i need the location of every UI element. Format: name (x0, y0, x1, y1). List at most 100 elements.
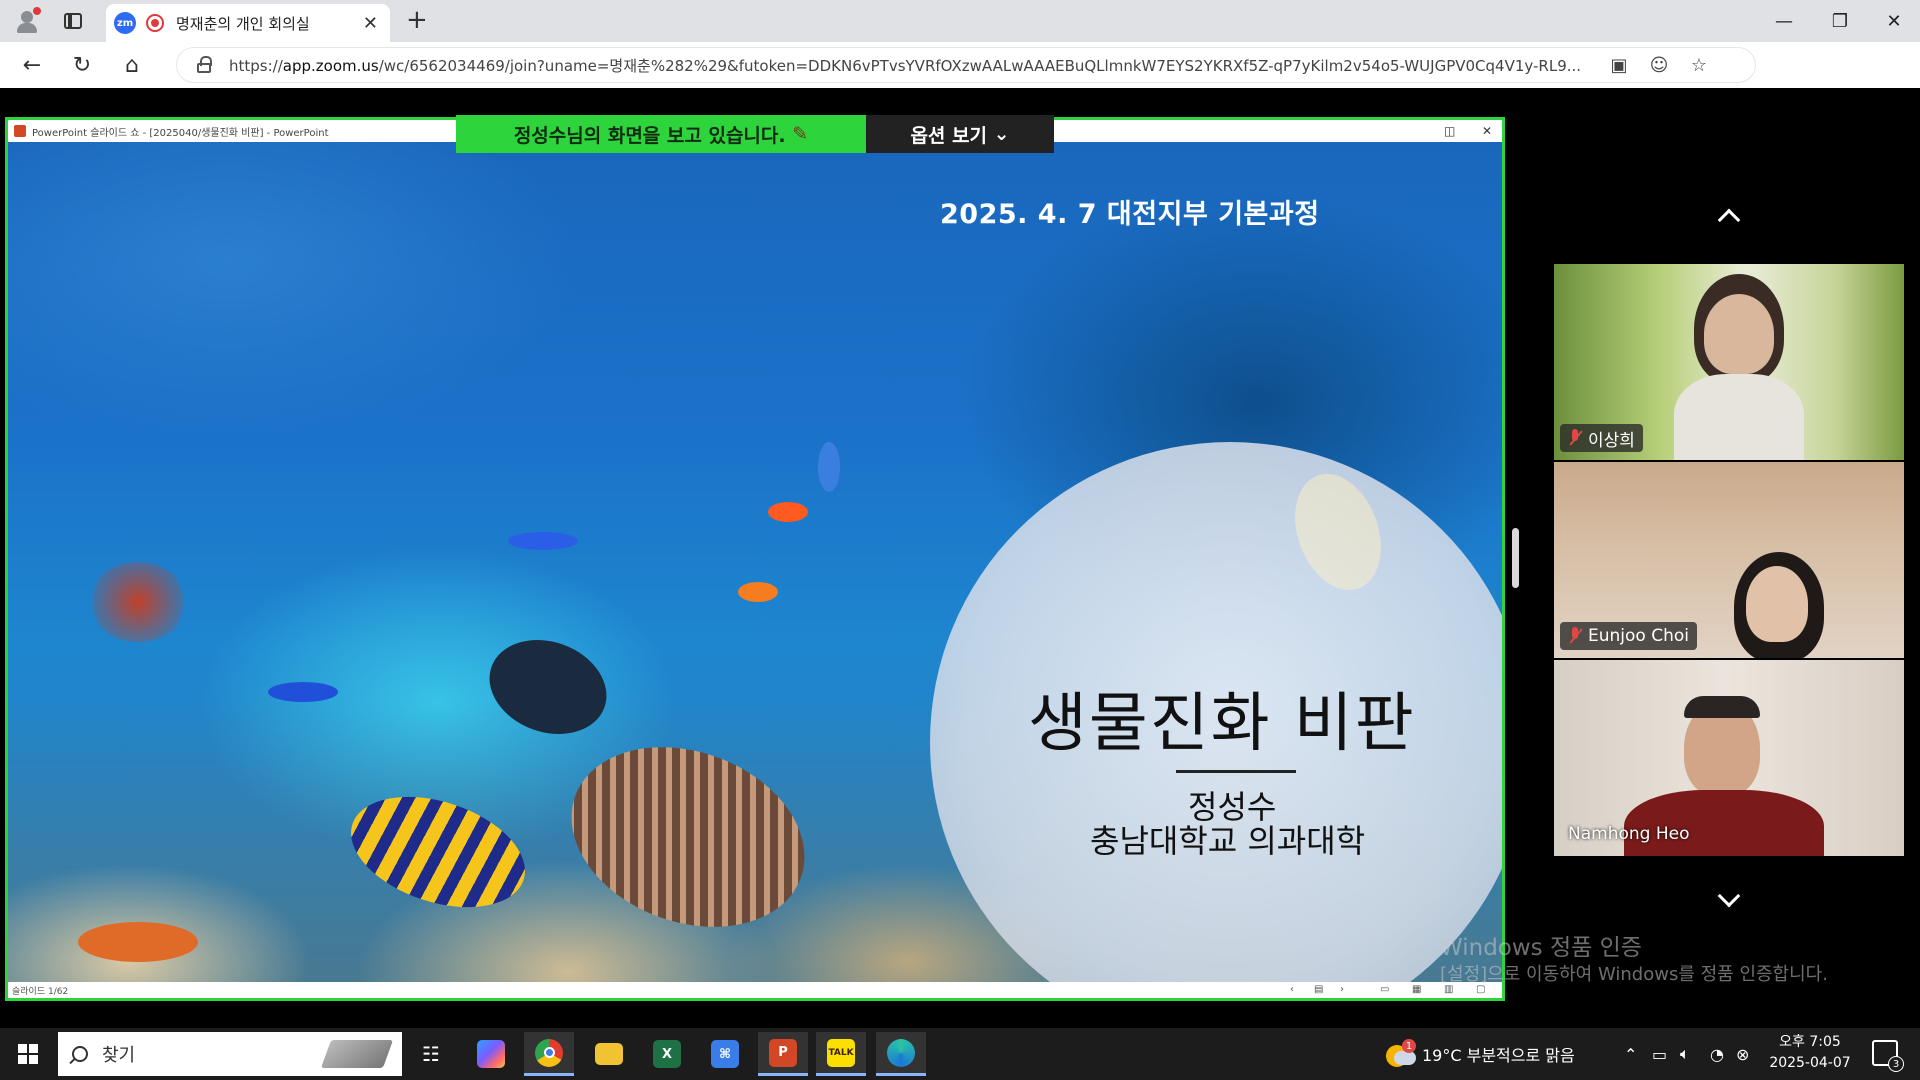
clock-date: 2025-04-07 (1769, 1055, 1851, 1071)
profile-icon[interactable] (14, 7, 41, 34)
participant-hair (1684, 696, 1760, 718)
excel-icon: X (653, 1040, 681, 1068)
clock-time: 오후 7:05 (1779, 1034, 1841, 1050)
remote-app-icon: ⌘ (711, 1040, 739, 1068)
chrome-taskbar-button[interactable] (524, 1032, 574, 1076)
fish-decoration (268, 682, 338, 702)
normal-view-icon: ▭ (1380, 984, 1390, 995)
search-highlight-image (320, 1040, 394, 1068)
muted-mic-icon (1568, 429, 1582, 447)
slide-menu-icon: ▤ (1314, 984, 1324, 995)
next-slide-icon: › (1340, 984, 1344, 995)
participant-face (1704, 294, 1774, 374)
home-icon[interactable]: ⌂ (110, 47, 154, 83)
minimize-icon[interactable]: — (1756, 0, 1812, 42)
kakaotalk-icon: TALK (827, 1038, 855, 1067)
remote-app-taskbar-button[interactable]: ⌘ (700, 1032, 750, 1076)
weather-badge: 1 (1402, 1039, 1416, 1053)
slide-canvas: 2025. 4. 7 대전지부 기본과정 생물진화 비판 정성수 충남대학교 의… (8, 142, 1502, 982)
browser-tab-bar: zm 명재춘의 개인 회의실 ✕ + — ❐ ✕ (0, 0, 1920, 42)
tab-close-icon[interactable]: ✕ (363, 13, 378, 34)
favorite-star-icon[interactable]: ☆ (1679, 55, 1719, 76)
weather-icon: 1 (1386, 1039, 1416, 1067)
prev-slide-icon: ‹ (1290, 984, 1294, 995)
powerpoint-taskbar-icon: P (769, 1038, 797, 1067)
folder-icon (595, 1043, 623, 1065)
site-info-lock-icon[interactable] (197, 56, 212, 73)
activation-watermark-title: Windows 정품 인증 (1440, 935, 1642, 961)
title-divider (1176, 770, 1296, 773)
fish-decoration (508, 532, 578, 550)
slide-title: 생물진화 비판 (1028, 687, 1416, 761)
show-hidden-icons[interactable]: ⌃ (1624, 1028, 1637, 1080)
powerpoint-taskbar-button[interactable]: P (758, 1032, 808, 1076)
new-tab-icon[interactable]: + (406, 6, 428, 34)
volume-icon[interactable]: 🔈︎ (1680, 1028, 1690, 1080)
notification-count: 3 (1888, 1056, 1904, 1072)
view-options-button[interactable]: 옵션 보기 ⌄ (866, 115, 1054, 153)
windows-logo-icon (18, 1044, 38, 1064)
ppt-status-bar: 슬라이드 1/62 ‹ ▤ › ▭ ▦ ▥ ▢ (8, 982, 1502, 998)
participant-name-tag: Namhong Heo (1568, 824, 1690, 844)
participant-tile[interactable]: 이상희 (1554, 264, 1904, 460)
network-icon[interactable]: ◔ (1710, 1028, 1724, 1080)
start-button[interactable] (0, 1028, 56, 1080)
ppt-restore-icon: ◫ (1444, 124, 1456, 138)
gallery-scroll-up-icon[interactable] (1712, 198, 1746, 232)
file-explorer-taskbar-button[interactable] (584, 1032, 634, 1076)
copilot-icon (477, 1040, 505, 1068)
shared-screen: PowerPoint 슬라이드 쇼 - [2025040/생물진화 비판] - … (5, 117, 1505, 1001)
tab-title: 명재춘의 개인 회의실 (176, 14, 310, 33)
url-text[interactable]: https://app.zoom.us/wc/6562034469/join?u… (229, 55, 1599, 76)
panel-resize-handle[interactable] (1512, 528, 1519, 588)
search-placeholder: 찾기 (102, 1045, 136, 1066)
edge-icon (887, 1038, 915, 1067)
participant-tile[interactable]: Eunjoo Choi (1554, 462, 1904, 658)
chrome-icon (535, 1038, 563, 1067)
restore-icon[interactable]: ❐ (1812, 0, 1868, 42)
lionfish-decoration (88, 562, 188, 642)
excel-taskbar-button[interactable]: X (642, 1032, 692, 1076)
participant-tile[interactable]: Namhong Heo (1554, 660, 1904, 856)
battery-icon[interactable]: ▭ (1652, 1028, 1667, 1080)
reload-icon[interactable]: ↻ (60, 47, 104, 83)
task-view-button[interactable]: ☷ (406, 1032, 456, 1076)
edge-taskbar-button[interactable] (876, 1032, 926, 1076)
weather-widget[interactable]: 1 19°C 부분적으로 맑음 (1386, 1028, 1575, 1080)
ppt-close-icon: ✕ (1482, 124, 1493, 138)
site-options-icon[interactable]: ☺ (1639, 55, 1679, 76)
window-close-icon[interactable]: ✕ (1866, 0, 1920, 42)
sorter-view-icon: ▦ (1412, 984, 1422, 995)
weather-text: 19°C 부분적으로 맑음 (1422, 1046, 1575, 1065)
taskbar-search[interactable]: 찾기 (58, 1032, 402, 1076)
fish-decoration (738, 582, 778, 602)
camera-permission-icon[interactable]: ▣ (1599, 55, 1639, 76)
participant-body (1674, 374, 1804, 460)
tray-status-icon[interactable]: ⊗ (1736, 1028, 1749, 1080)
tab-actions-icon[interactable] (64, 13, 82, 29)
fish-decoration (818, 442, 840, 492)
fish-decoration (78, 922, 198, 962)
kakaotalk-taskbar-button[interactable]: TALK (816, 1032, 866, 1076)
windows-taskbar: 찾기 ☷ X ⌘ P TALK 1 19°C 부분적으로 맑음 ⌃ ▭ 🔈︎ ◔… (0, 1028, 1920, 1080)
fish-decoration (768, 502, 808, 522)
address-bar[interactable]: https://app.zoom.us/wc/6562034469/join?u… (176, 47, 1756, 83)
browser-tab[interactable]: zm 명재춘의 개인 회의실 ✕ (106, 4, 390, 42)
viewing-share-label: 정성수님의 화면을 보고 있습니다. ✎ (456, 115, 866, 153)
powerpoint-icon (14, 125, 26, 137)
notifications-icon[interactable]: 3 (1872, 1040, 1904, 1072)
copilot-taskbar-button[interactable] (466, 1032, 516, 1076)
task-view-icon: ☷ (422, 1042, 440, 1066)
muted-mic-icon (1568, 627, 1582, 645)
zoom-favicon-icon: zm (114, 12, 136, 34)
participant-name-tag: 이상희 (1560, 424, 1643, 452)
ppt-window-title: PowerPoint 슬라이드 쇼 - [2025040/생물진화 비판] - … (32, 127, 329, 139)
slide-date-line: 2025. 4. 7 대전지부 기본과정 (940, 199, 1320, 230)
participant-face (1746, 566, 1808, 642)
browser-toolbar: ← ↻ ⌂ https://app.zoom.us/wc/6562034469/… (0, 42, 1920, 120)
back-icon[interactable]: ← (10, 47, 54, 83)
taskbar-clock[interactable]: 오후 7:05 2025-04-07 (1760, 1032, 1860, 1074)
gallery-scroll-down-icon[interactable] (1712, 884, 1746, 918)
slide-affiliation: 충남대학교 의과대학 (1090, 822, 1366, 860)
screen-share-banner: 정성수님의 화면을 보고 있습니다. ✎ 옵션 보기 ⌄ (456, 115, 1054, 153)
